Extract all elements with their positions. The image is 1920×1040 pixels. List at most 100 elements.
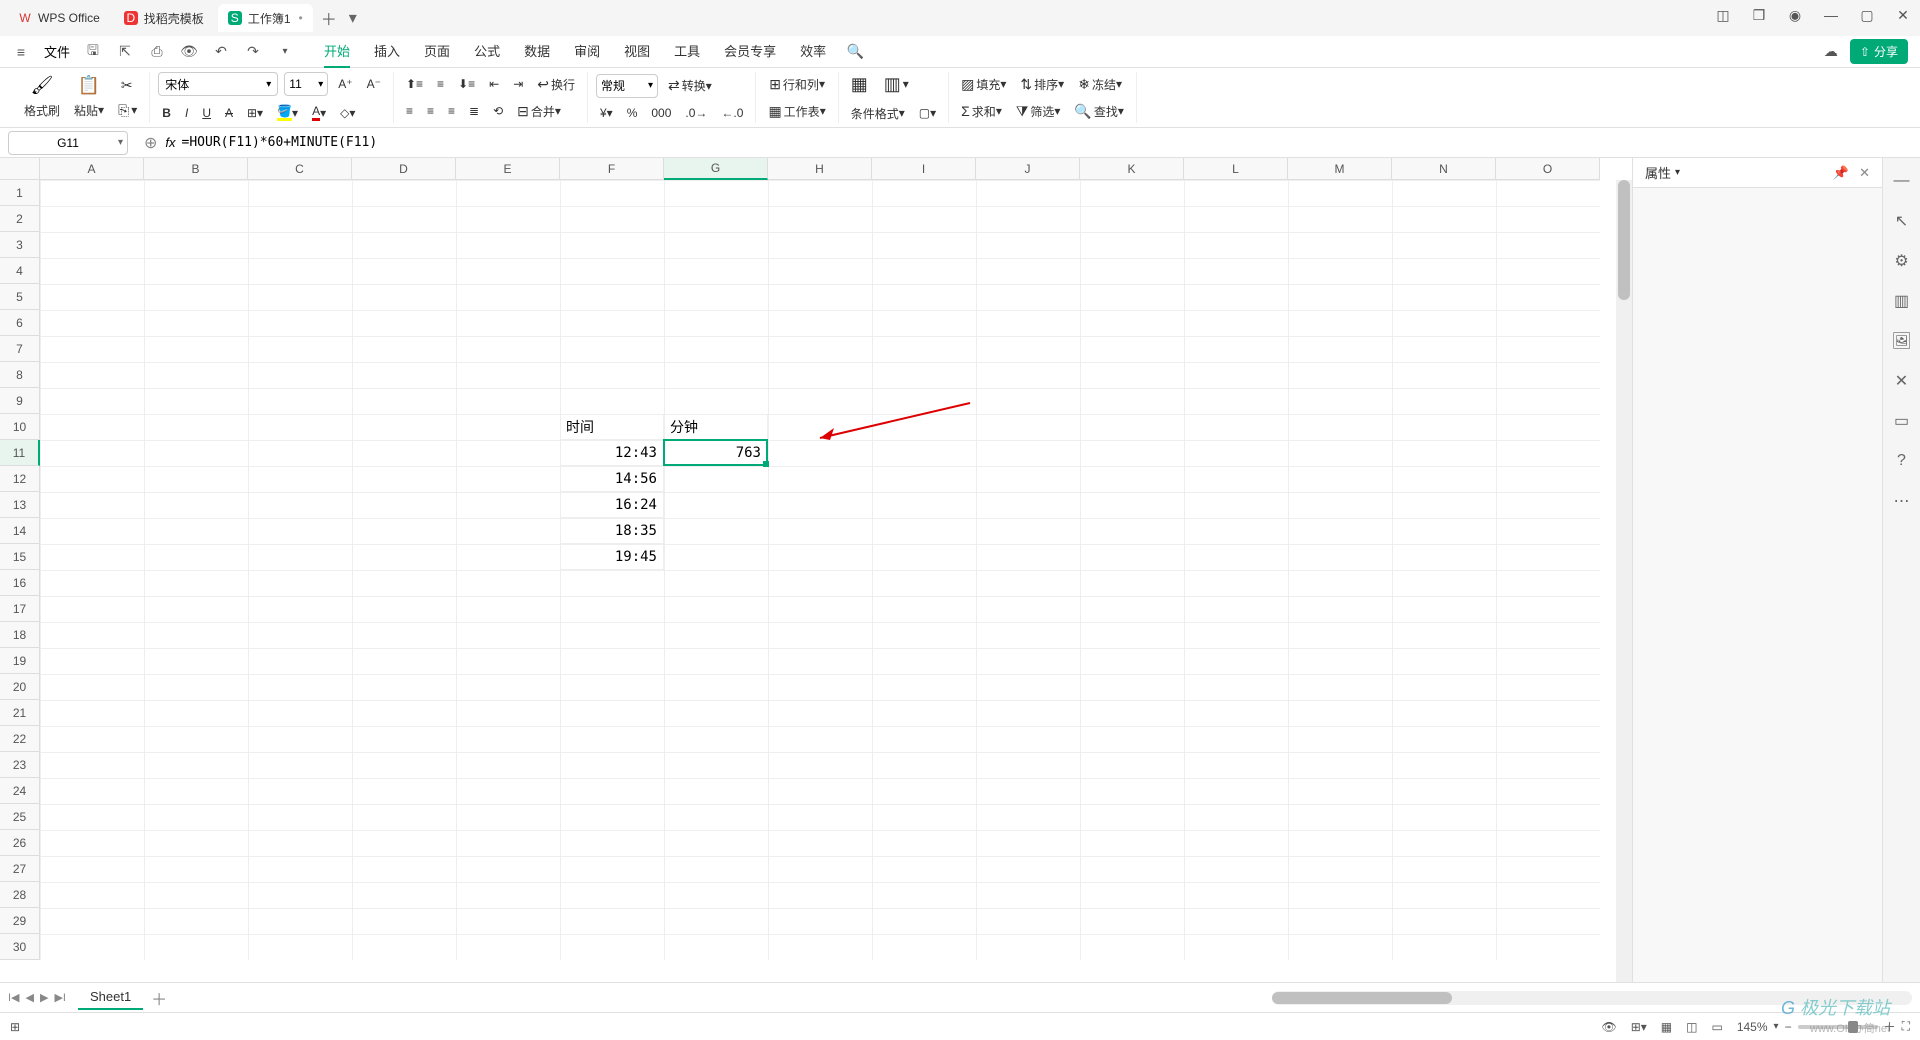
col-header-N[interactable]: N <box>1392 158 1496 180</box>
tab-wps-home[interactable]: W WPS Office <box>8 4 110 32</box>
qa-dropdown-icon[interactable]: ▾ <box>276 43 294 61</box>
chevron-down-icon[interactable]: ▾ <box>1774 1021 1779 1032</box>
window-maximize-icon[interactable]: ▢ <box>1858 6 1876 24</box>
cube-icon[interactable]: ❒ <box>1750 6 1768 24</box>
menu-页面[interactable]: 页面 <box>424 35 450 68</box>
cond-format-button[interactable]: 条件格式▾ <box>847 103 909 124</box>
fx-icon[interactable]: fx <box>165 135 175 150</box>
view-grid-icon[interactable]: ⊞▾ <box>1631 1020 1647 1034</box>
row-header-28[interactable]: 28 <box>0 882 40 908</box>
menu-数据[interactable]: 数据 <box>524 35 550 68</box>
format-painter-button[interactable]: 格式刷 <box>20 100 64 121</box>
copy-format-button[interactable]: ⎘▾ <box>114 100 141 121</box>
col-header-J[interactable]: J <box>976 158 1080 180</box>
cell-G11[interactable]: 763 <box>664 440 768 466</box>
layout-icon[interactable]: ▥ <box>1891 290 1913 312</box>
spreadsheet[interactable]: ABCDEFGHIJKLMNO 123456789101112131415161… <box>0 158 1632 982</box>
sheet-add-button[interactable]: ＋ <box>151 986 167 1010</box>
col-header-B[interactable]: B <box>144 158 248 180</box>
align-top-button[interactable]: ⬆≡ <box>402 75 427 93</box>
row-header-6[interactable]: 6 <box>0 310 40 336</box>
row-header-17[interactable]: 17 <box>0 596 40 622</box>
scrollbar-thumb[interactable] <box>1272 992 1452 1004</box>
sheet-last-icon[interactable]: ▶I <box>54 991 66 1004</box>
wrap-button[interactable]: ↩换行 <box>533 74 579 95</box>
col-header-F[interactable]: F <box>560 158 664 180</box>
view-reader-icon[interactable]: ▭ <box>1711 1020 1722 1034</box>
fill-button[interactable]: ▨填充▾ <box>957 74 1010 95</box>
fullscreen-icon[interactable]: ⛶ <box>1902 1019 1910 1034</box>
menu-插入[interactable]: 插入 <box>374 35 400 68</box>
worksheet-button[interactable]: ▦工作表▾ <box>764 101 829 122</box>
export-icon[interactable]: ⇱ <box>116 43 134 61</box>
dec-inc-button[interactable]: .0→ <box>681 104 711 122</box>
row-header-15[interactable]: 15 <box>0 544 40 570</box>
image-icon[interactable]: 🖼 <box>1891 330 1913 352</box>
font-select[interactable]: 宋体▾ <box>158 72 278 96</box>
font-grow-button[interactable]: A⁺ <box>334 75 356 93</box>
cell-F10[interactable]: 时间 <box>560 414 664 440</box>
zoom-in-button[interactable]: ＋ <box>1884 1018 1896 1035</box>
row-header-3[interactable]: 3 <box>0 232 40 258</box>
clear-format-button[interactable]: ◇▾ <box>336 104 359 122</box>
menu-会员专享[interactable]: 会员专享 <box>724 35 776 68</box>
screen-icon[interactable]: ▭ <box>1891 410 1913 432</box>
col-header-I[interactable]: I <box>872 158 976 180</box>
user-avatar-icon[interactable]: ◉ <box>1786 6 1804 24</box>
cell-style-button[interactable]: ▥▾ <box>880 72 913 97</box>
chevron-down-icon[interactable]: ▾ <box>1675 167 1680 178</box>
row-header-25[interactable]: 25 <box>0 804 40 830</box>
status-icon[interactable]: ⊞ <box>10 1020 20 1034</box>
window-layout-icon[interactable]: ◫ <box>1714 6 1732 24</box>
cell-F11[interactable]: 12:43 <box>560 440 664 466</box>
italic-button[interactable]: I <box>181 104 192 122</box>
window-minimize-icon[interactable]: — <box>1822 6 1840 24</box>
horizontal-scrollbar[interactable] <box>1272 991 1912 1005</box>
cell-F15[interactable]: 19:45 <box>560 544 664 570</box>
row-header-10[interactable]: 10 <box>0 414 40 440</box>
row-header-23[interactable]: 23 <box>0 752 40 778</box>
menu-公式[interactable]: 公式 <box>474 35 500 68</box>
row-header-26[interactable]: 26 <box>0 830 40 856</box>
tab-add-button[interactable]: ＋ <box>317 6 341 30</box>
row-header-16[interactable]: 16 <box>0 570 40 596</box>
menu-视图[interactable]: 视图 <box>624 35 650 68</box>
redo-icon[interactable]: ↷ <box>244 43 262 61</box>
close-icon[interactable]: ✕ <box>1859 165 1870 181</box>
row-header-9[interactable]: 9 <box>0 388 40 414</box>
name-box[interactable]: G11 ▾ <box>8 131 128 155</box>
vertical-scrollbar[interactable] <box>1616 180 1632 982</box>
window-close-icon[interactable]: ✕ <box>1894 6 1912 24</box>
row-header-1[interactable]: 1 <box>0 180 40 206</box>
row-header-7[interactable]: 7 <box>0 336 40 362</box>
share-button[interactable]: ⇧ 分享 <box>1850 39 1908 64</box>
sheet-first-icon[interactable]: I◀ <box>8 991 20 1004</box>
menu-hamburger-icon[interactable]: ≡ <box>12 43 30 61</box>
rowcol-button[interactable]: ⊞行和列▾ <box>764 74 829 95</box>
paste-icon[interactable]: 📋 <box>78 75 100 96</box>
cell-G10[interactable]: 分钟 <box>664 414 768 440</box>
orientation-button[interactable]: ⟲ <box>489 102 507 120</box>
row-header-24[interactable]: 24 <box>0 778 40 804</box>
row-header-19[interactable]: 19 <box>0 648 40 674</box>
align-center-button[interactable]: ≡ <box>423 102 438 120</box>
col-header-H[interactable]: H <box>768 158 872 180</box>
collapse-rail-icon[interactable]: — <box>1891 170 1913 192</box>
menu-开始[interactable]: 开始 <box>324 35 350 68</box>
align-right-button[interactable]: ≡ <box>444 102 459 120</box>
row-header-22[interactable]: 22 <box>0 726 40 752</box>
zoom-out-button[interactable]: − <box>1785 1020 1792 1034</box>
align-middle-button[interactable]: ≡ <box>433 75 448 93</box>
menu-效率[interactable]: 效率 <box>800 35 826 68</box>
cell-F12[interactable]: 14:56 <box>560 466 664 492</box>
scrollbar-thumb[interactable] <box>1618 180 1630 300</box>
col-header-A[interactable]: A <box>40 158 144 180</box>
sort-button[interactable]: ⇅排序▾ <box>1016 74 1068 95</box>
col-header-G[interactable]: G <box>664 158 768 180</box>
align-bottom-button[interactable]: ⬇≡ <box>454 75 479 93</box>
font-shrink-button[interactable]: A⁻ <box>363 75 385 93</box>
zoom-target-icon[interactable]: ⊕ <box>144 133 157 153</box>
tab-menu-button[interactable]: ▾ <box>341 6 365 30</box>
save-icon[interactable]: 🖫 <box>84 43 102 61</box>
row-header-30[interactable]: 30 <box>0 934 40 960</box>
